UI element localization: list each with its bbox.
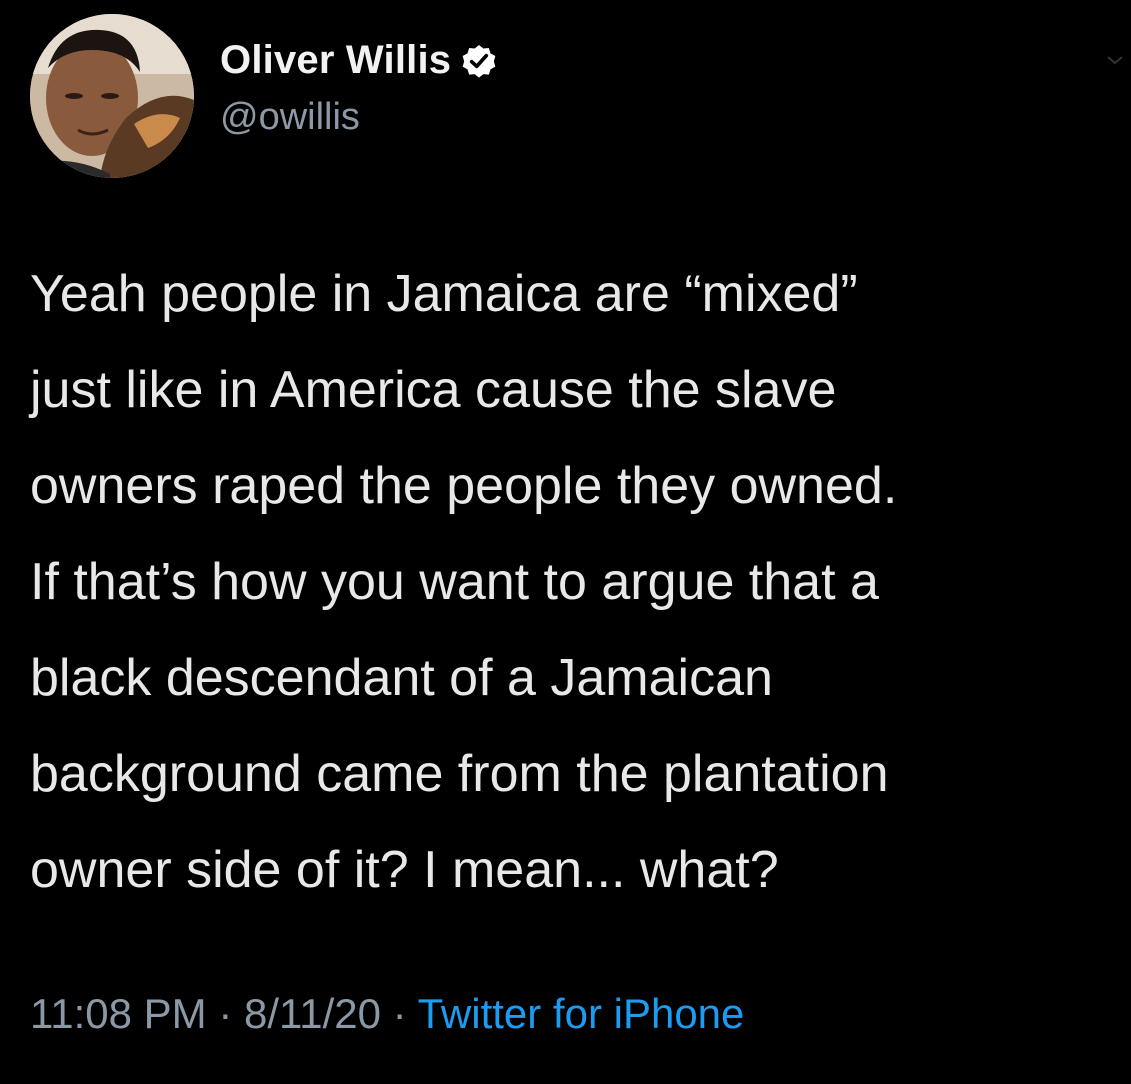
avatar-photo: [30, 14, 194, 178]
tweet-time[interactable]: 11:08 PM: [30, 990, 207, 1037]
author-name-row[interactable]: Oliver Willis: [220, 38, 499, 83]
meta-separator: ·: [381, 990, 418, 1037]
avatar[interactable]: [30, 14, 194, 178]
verified-badge-icon: [459, 41, 499, 81]
tweet-date[interactable]: 8/11/20: [244, 990, 381, 1037]
display-name[interactable]: Oliver Willis: [220, 38, 451, 83]
meta-separator: ·: [206, 990, 244, 1037]
chevron-down-icon[interactable]: [1105, 50, 1125, 70]
tweet-source-link[interactable]: Twitter for iPhone: [418, 990, 745, 1037]
tweet-text: Yeah people in Jamaica are “mixed” just …: [30, 265, 898, 899]
tweet-meta: 11:08 PM · 8/11/20 · Twitter for iPhone: [30, 990, 744, 1038]
user-handle[interactable]: @owillis: [220, 96, 360, 139]
